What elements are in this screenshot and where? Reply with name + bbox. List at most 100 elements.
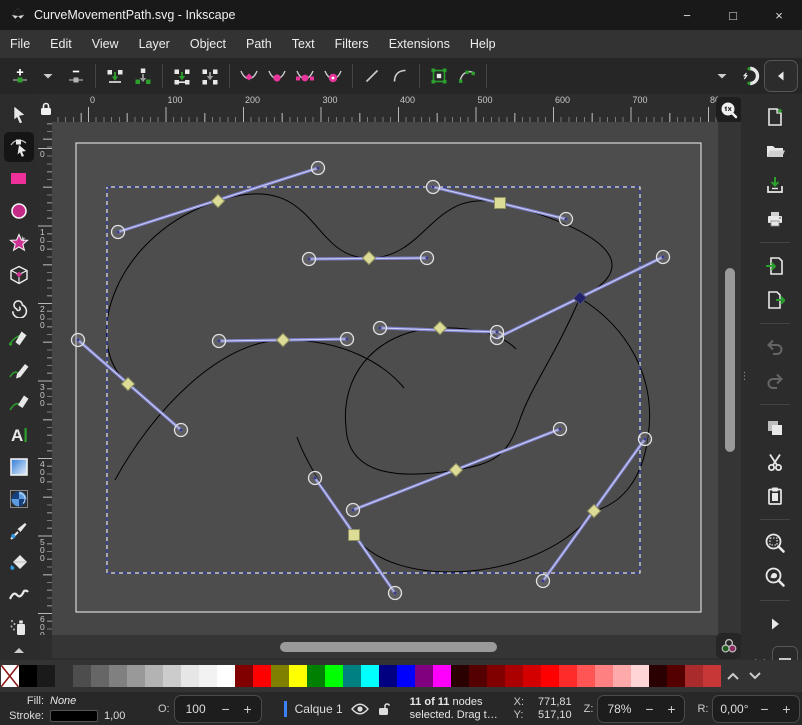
color-swatch[interactable]: [253, 665, 271, 687]
tool-pen[interactable]: [4, 324, 34, 354]
horizontal-ruler[interactable]: 0100200300400500600700800: [52, 94, 718, 122]
menu-filters[interactable]: Filters: [325, 32, 379, 56]
color-swatch[interactable]: [397, 665, 415, 687]
color-swatch[interactable]: [217, 665, 235, 687]
snap-toggle-icon[interactable]: [736, 62, 764, 90]
undo-button[interactable]: [758, 334, 792, 360]
export-document-button[interactable]: [758, 287, 792, 313]
stroke-color-swatch[interactable]: [50, 710, 98, 722]
collapse-commands-bar-button[interactable]: [764, 60, 798, 92]
color-swatch[interactable]: [703, 665, 721, 687]
color-swatch[interactable]: [109, 665, 127, 687]
color-managed-display-button[interactable]: [716, 633, 742, 659]
copy-button[interactable]: [758, 415, 792, 441]
cut-button[interactable]: [758, 449, 792, 475]
vertical-scrollbar-thumb[interactable]: [725, 268, 735, 452]
color-swatch[interactable]: [667, 665, 685, 687]
insert-node-icon[interactable]: [6, 62, 34, 90]
delete-segment-icon[interactable]: [196, 62, 224, 90]
layer-lock-icon[interactable]: [377, 702, 390, 716]
color-swatch[interactable]: [541, 665, 559, 687]
color-swatch[interactable]: [505, 665, 523, 687]
minimize-button[interactable]: −: [664, 0, 710, 30]
color-swatch[interactable]: [577, 665, 595, 687]
tool-bucket[interactable]: [4, 548, 34, 578]
color-swatch[interactable]: [433, 665, 451, 687]
opacity-increase-button[interactable]: +: [241, 701, 255, 717]
print-document-button[interactable]: [758, 206, 792, 232]
color-swatch[interactable]: [55, 665, 73, 687]
tool-pencil[interactable]: [4, 356, 34, 386]
zoom-drawing-button[interactable]: [758, 564, 792, 590]
menu-view[interactable]: View: [82, 32, 129, 56]
open-document-button[interactable]: [758, 138, 792, 164]
color-swatch[interactable]: [73, 665, 91, 687]
break-nodes-icon[interactable]: [129, 62, 157, 90]
menu-edit[interactable]: Edit: [40, 32, 82, 56]
color-swatch[interactable]: [163, 665, 181, 687]
menu-help[interactable]: Help: [460, 32, 506, 56]
vertical-ruler[interactable]: 0100200300400500600: [38, 122, 52, 635]
zoom-decrease-button[interactable]: −: [642, 701, 656, 717]
opacity-value[interactable]: 100: [181, 702, 211, 716]
rotation-value[interactable]: 0,00°: [719, 702, 749, 716]
horizontal-scrollbar-thumb[interactable]: [280, 642, 497, 652]
color-swatch[interactable]: [415, 665, 433, 687]
tool-rectangle[interactable]: [4, 164, 34, 194]
layer-visibility-icon[interactable]: [351, 703, 369, 715]
tool-node-editor[interactable]: [4, 132, 34, 162]
color-swatch[interactable]: [181, 665, 199, 687]
color-swatch[interactable]: [19, 665, 37, 687]
tool-mesh[interactable]: [4, 484, 34, 514]
color-swatch[interactable]: [37, 665, 55, 687]
import-document-button[interactable]: [758, 253, 792, 279]
opacity-decrease-button[interactable]: −: [219, 701, 233, 717]
layer-name[interactable]: Calque 1: [295, 702, 343, 716]
palette-scroll-up-icon[interactable]: [727, 672, 739, 680]
panel-resize-grip[interactable]: ⋮: [741, 94, 748, 658]
color-swatch[interactable]: [343, 665, 361, 687]
tool-tweak[interactable]: [4, 580, 34, 610]
node-corner-icon[interactable]: [235, 62, 263, 90]
rotation-decrease-button[interactable]: −: [757, 701, 771, 717]
toolbox-overflow-icon[interactable]: [13, 646, 25, 654]
expand-more-button[interactable]: [758, 611, 792, 637]
tool-selector[interactable]: [4, 100, 34, 130]
color-swatch[interactable]: [595, 665, 613, 687]
menu-file[interactable]: File: [0, 32, 40, 56]
tool-box3d[interactable]: [4, 260, 34, 290]
maximize-button[interactable]: □: [710, 0, 756, 30]
color-swatch[interactable]: [289, 665, 307, 687]
color-swatch[interactable]: [91, 665, 109, 687]
path-node-square[interactable]: [495, 198, 506, 209]
color-swatch[interactable]: [559, 665, 577, 687]
menu-layer[interactable]: Layer: [129, 32, 180, 56]
segment-curve-icon[interactable]: [386, 62, 414, 90]
zoom-increase-button[interactable]: +: [664, 701, 678, 717]
color-swatch[interactable]: [685, 665, 703, 687]
stroke-to-path-icon[interactable]: [453, 62, 481, 90]
zoom-selection-button[interactable]: [758, 530, 792, 556]
path-node-square[interactable]: [349, 530, 360, 541]
node-smooth-icon[interactable]: [263, 62, 291, 90]
color-swatch[interactable]: [613, 665, 631, 687]
tool-text[interactable]: A: [4, 420, 34, 450]
swatch-none[interactable]: [1, 665, 19, 687]
close-button[interactable]: ×: [756, 0, 802, 30]
vertical-scrollbar[interactable]: [718, 122, 741, 635]
horizontal-scrollbar[interactable]: [52, 635, 718, 658]
node-auto-icon[interactable]: [319, 62, 347, 90]
opacity-field[interactable]: 100 − +: [174, 695, 262, 723]
color-swatch[interactable]: [649, 665, 667, 687]
tool-star[interactable]: [4, 228, 34, 258]
color-swatch[interactable]: [307, 665, 325, 687]
tool-spiral[interactable]: [4, 292, 34, 322]
color-swatch[interactable]: [469, 665, 487, 687]
color-swatch[interactable]: [325, 665, 343, 687]
stroke-width-value[interactable]: 1,00: [104, 710, 125, 722]
color-swatch[interactable]: [451, 665, 469, 687]
fill-stroke-indicator[interactable]: Fill: None Stroke: 1,00: [6, 695, 146, 723]
menu-text[interactable]: Text: [282, 32, 325, 56]
fill-value[interactable]: None: [50, 695, 76, 707]
object-to-path-icon[interactable]: [425, 62, 453, 90]
